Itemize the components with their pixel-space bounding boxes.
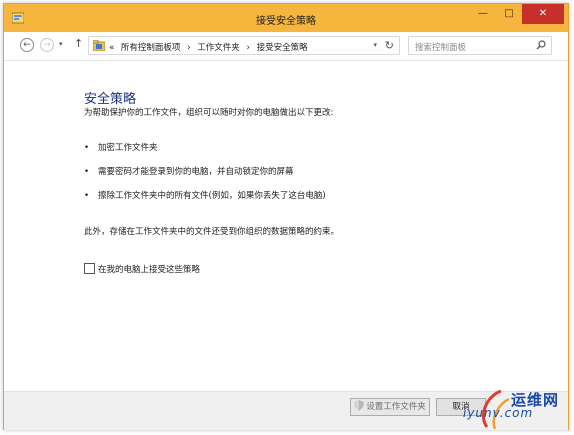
list-item-text: 需要密码才能登录到你的电脑，并自动锁定你的屏幕	[98, 167, 294, 177]
bullet-icon: •	[84, 167, 90, 177]
forward-button[interactable]: →	[40, 38, 54, 52]
list-item-text: 加密工作文件夹	[98, 143, 158, 153]
refresh-button[interactable]: ↻	[385, 39, 394, 52]
list-item: • 擦除工作文件夹中的所有文件(例如，如果你丢失了这台电脑)	[84, 189, 326, 201]
shield-icon	[354, 400, 365, 411]
list-item: • 需要密码才能登录到你的电脑，并自动锁定你的屏幕	[84, 165, 294, 177]
breadcrumb-all-control-panel-items[interactable]: 所有控制面板项	[121, 43, 181, 53]
back-button[interactable]: ←	[20, 38, 34, 52]
accept-policy-label[interactable]: 在我的电脑上接受这些策略	[98, 265, 200, 275]
bullet-icon: •	[84, 143, 90, 153]
recent-locations-dropdown[interactable]: ▾	[59, 40, 63, 48]
address-bar[interactable]: « 所有控制面板项 › 工作文件夹 › 接受安全策略 ▾ ↻	[88, 36, 400, 55]
breadcrumb-overflow[interactable]: «	[109, 43, 114, 53]
breadcrumb-accept-security-policy[interactable]: 接受安全策略	[257, 43, 308, 53]
title-bar[interactable]: 接受安全策略 — □ ✕	[4, 4, 568, 32]
search-icon[interactable]	[536, 40, 546, 50]
main-content: 安全策略 为帮助保护你的工作文件，组织可以随时对你的电脑做出以下更改: • 加密工…	[4, 61, 568, 381]
breadcrumb: « 所有控制面板项 › 工作文件夹 › 接受安全策略	[109, 41, 312, 53]
page-title: 安全策略	[84, 92, 137, 107]
watermark-url: iyunv.com	[463, 406, 534, 420]
search-input[interactable]: 搜索控制面板	[408, 36, 552, 55]
up-button[interactable]: ↑	[74, 37, 83, 50]
close-button[interactable]: ✕	[522, 4, 564, 24]
policy-note: 此外，存储在工作文件夹中的文件还受到你组织的数据策略的约束。	[84, 227, 340, 237]
dialog-window: 接受安全策略 — □ ✕ ← → ▾ ↑ « 所有控制面板项 › 工作文件夹 ›…	[3, 3, 569, 430]
list-item-text: 擦除工作文件夹中的所有文件(例如，如果你丢失了这台电脑)	[98, 191, 326, 201]
navigation-bar: ← → ▾ ↑ « 所有控制面板项 › 工作文件夹 › 接受安全策略 ▾ ↻ 搜…	[4, 32, 568, 61]
accept-policy-checkbox[interactable]	[84, 263, 95, 274]
breadcrumb-separator[interactable]: ›	[187, 43, 190, 53]
setup-work-folders-button[interactable]: 设置工作文件夹	[350, 398, 430, 416]
list-item: • 加密工作文件夹	[84, 141, 158, 153]
bullet-icon: •	[84, 191, 90, 201]
maximize-button[interactable]: □	[496, 4, 522, 24]
address-dropdown[interactable]: ▾	[373, 41, 377, 49]
search-placeholder: 搜索控制面板	[415, 43, 467, 53]
folder-icon	[93, 40, 105, 51]
intro-text: 为帮助保护你的工作文件，组织可以随时对你的电脑做出以下更改:	[84, 108, 334, 118]
setup-work-folders-label: 设置工作文件夹	[366, 402, 426, 412]
breadcrumb-separator[interactable]: ›	[246, 43, 249, 53]
minimize-button[interactable]: —	[470, 4, 496, 24]
breadcrumb-work-folders[interactable]: 工作文件夹	[197, 43, 240, 53]
accept-policy-option[interactable]: 在我的电脑上接受这些策略	[84, 263, 200, 275]
